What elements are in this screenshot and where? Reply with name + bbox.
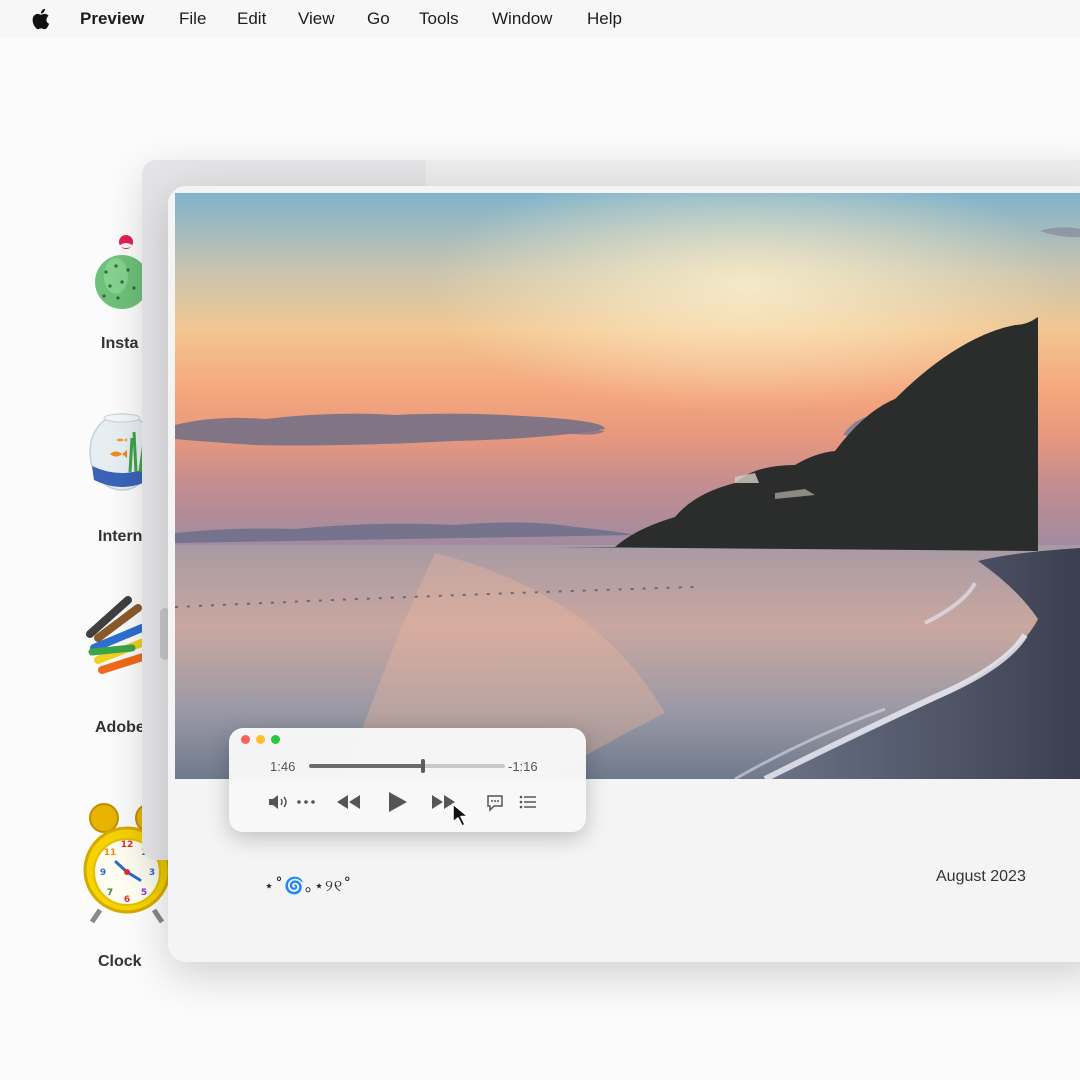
rewind-icon[interactable] [336, 794, 362, 810]
menu-tools[interactable]: Tools [419, 9, 459, 29]
svg-text:6: 6 [124, 895, 130, 905]
scrubber-knob[interactable] [420, 759, 425, 773]
photo-date: August 2023 [936, 868, 1026, 885]
photo-card[interactable]: ⋆˚🌀｡⋆୨୧˚ August 2023 [168, 186, 1080, 962]
desktop-icon-label: Clock [98, 953, 142, 970]
menu-help[interactable]: Help [587, 9, 622, 29]
menu-go[interactable]: Go [367, 9, 390, 29]
remaining-time: -1:16 [508, 759, 538, 774]
playback-scrubber[interactable] [309, 759, 505, 773]
svg-text:11: 11 [104, 848, 117, 858]
volume-icon[interactable] [267, 794, 289, 810]
menu-edit[interactable]: Edit [237, 9, 266, 29]
menu-bar: Preview File Edit View Go Tools Window H… [0, 0, 1080, 38]
svg-text:5: 5 [141, 888, 147, 898]
desktop-icon-label: Intern [98, 528, 143, 545]
scrubber-fill [309, 764, 423, 768]
video-player-controls[interactable]: 1:46 -1:16 [229, 728, 586, 832]
minimize-button[interactable] [256, 735, 265, 744]
close-button[interactable] [241, 735, 250, 744]
subtitles-icon[interactable] [486, 794, 504, 812]
crayons-icon[interactable] [84, 594, 150, 678]
more-icon[interactable] [296, 798, 316, 806]
svg-text:9: 9 [100, 868, 106, 878]
chapters-list-icon[interactable] [519, 795, 537, 809]
menu-view[interactable]: View [298, 9, 335, 29]
play-icon[interactable] [387, 791, 409, 813]
zoom-button[interactable] [271, 735, 280, 744]
desktop-icon-label: Adobe [95, 719, 145, 736]
svg-text:3: 3 [149, 868, 155, 878]
elapsed-time: 1:46 [270, 759, 296, 774]
menu-window[interactable]: Window [492, 9, 552, 29]
menu-app-name[interactable]: Preview [80, 9, 144, 29]
menu-file[interactable]: File [179, 9, 206, 29]
sunset-beach-photo[interactable] [175, 193, 1080, 779]
svg-text:7: 7 [107, 888, 113, 898]
photo-caption: ⋆˚🌀｡⋆୨୧˚ [264, 876, 353, 895]
mouse-pointer-icon [452, 803, 469, 827]
svg-text:12: 12 [121, 840, 134, 850]
fishbowl-internet-icon[interactable] [88, 410, 150, 494]
desktop-icon-label: Insta [101, 335, 139, 352]
cactus-installer-icon[interactable] [90, 232, 150, 312]
apple-logo-icon[interactable] [30, 7, 50, 31]
